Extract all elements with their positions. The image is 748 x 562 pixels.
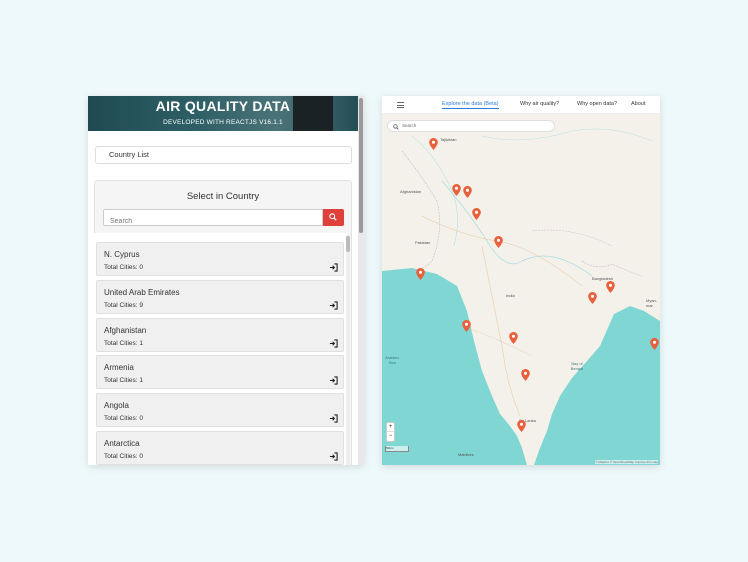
location-marker-icon[interactable] [650, 338, 659, 350]
nav-about[interactable]: About [631, 101, 645, 107]
country-name: Antarctica [104, 439, 140, 448]
map-label-afghanistan: Afghanistan [400, 189, 422, 194]
country-name: United Arab Emirates [104, 288, 180, 297]
sign-in-icon[interactable] [329, 339, 338, 348]
map-label-myanmar: Myan-mar [646, 298, 658, 308]
country-item[interactable]: Antarctica Total Cities: 0 [96, 431, 344, 465]
country-city-count: Total Cities: 9 [104, 302, 144, 309]
map-search-input[interactable]: Search [387, 120, 555, 132]
country-city-count: Total Cities: 1 [104, 340, 144, 347]
list-scrollbar-track[interactable] [346, 235, 350, 465]
select-country-title: Select in Country [186, 191, 260, 202]
sign-in-icon[interactable] [329, 452, 338, 461]
map-label-arabian-sea: Arabian Sea [385, 355, 399, 365]
sign-in-icon[interactable] [329, 376, 338, 385]
location-marker-icon[interactable] [588, 292, 597, 304]
zoom-in-button[interactable]: + [387, 423, 394, 432]
location-marker-icon[interactable] [521, 369, 530, 381]
app-title: AIR QUALITY DATA [155, 98, 291, 114]
location-marker-icon[interactable] [463, 186, 472, 198]
map-label-india: India [506, 293, 515, 298]
app-subtitle: DEVELOPED WITH REACTJS V16.1.1 [163, 119, 283, 126]
country-city-count: Total Cities: 1 [104, 377, 144, 384]
sign-in-icon[interactable] [329, 301, 338, 310]
map-navbar: Explore the data (Beta) Why air quality?… [382, 96, 660, 114]
panel-scrollbar-thumb[interactable] [359, 98, 363, 233]
map-label-maldives: Maldives [458, 452, 474, 457]
nav-why-open-data[interactable]: Why open data? [577, 101, 617, 107]
country-item[interactable]: United Arab Emirates Total Cities: 9 [96, 280, 344, 314]
country-item[interactable]: Angola Total Cities: 0 [96, 393, 344, 427]
location-marker-icon[interactable] [416, 268, 425, 280]
country-name: Afghanistan [104, 326, 147, 335]
zoom-control: + − [386, 422, 395, 442]
map-search-placeholder: Search [402, 123, 417, 128]
app-banner: AIR QUALITY DATA DEVELOPED WITH REACTJS … [88, 96, 358, 131]
map-attribution[interactable]: © Mapbox © OpenStreetMap Improve this ma… [595, 460, 658, 464]
location-marker-icon[interactable] [517, 420, 526, 432]
country-city-count: Total Cities: 0 [104, 453, 144, 460]
sign-in-icon[interactable] [329, 414, 338, 423]
search-button[interactable] [323, 209, 344, 226]
location-marker-icon[interactable] [472, 208, 481, 220]
location-marker-icon[interactable] [462, 320, 471, 332]
nav-why-air-quality[interactable]: Why air quality? [520, 101, 559, 107]
country-panel: AIR QUALITY DATA DEVELOPED WITH REACTJS … [88, 96, 364, 465]
location-marker-icon[interactable] [429, 138, 438, 150]
list-scrollbar-thumb[interactable] [346, 236, 350, 252]
zoom-out-button[interactable]: − [387, 432, 394, 441]
location-marker-icon[interactable] [509, 332, 518, 344]
country-item[interactable]: N. Cyprus Total Cities: 0 [96, 242, 344, 276]
country-city-count: Total Cities: 0 [104, 415, 144, 422]
menu-icon[interactable] [397, 102, 404, 108]
country-name: Armenia [104, 363, 134, 372]
map-label-tajikistan: Tajikistan [440, 137, 457, 142]
location-marker-icon[interactable] [494, 236, 503, 248]
country-search-wrapper [103, 209, 323, 229]
nav-explore-data[interactable]: Explore the data (Beta) [442, 101, 499, 109]
search-icon [393, 124, 399, 130]
map-label-pakistan: Pakistan [415, 240, 431, 245]
country-name: N. Cyprus [104, 250, 140, 259]
map-canvas[interactable] [382, 96, 660, 465]
country-item[interactable]: Armenia Total Cities: 1 [96, 355, 344, 389]
country-item[interactable]: Afghanistan Total Cities: 1 [96, 318, 344, 352]
location-marker-icon[interactable] [452, 184, 461, 196]
map-label-bay-of-bengal: Bay of Bengal [570, 361, 584, 371]
map-scale-bar: 50km [385, 446, 409, 452]
country-city-count: Total Cities: 0 [104, 264, 144, 271]
country-list-button[interactable]: Country List [95, 146, 352, 164]
country-search-input[interactable] [104, 214, 322, 229]
sign-in-icon[interactable] [329, 263, 338, 272]
country-name: Angola [104, 401, 129, 410]
search-icon [329, 213, 337, 221]
location-marker-icon[interactable] [606, 281, 615, 293]
map-panel: Explore the data (Beta) Why air quality?… [382, 96, 660, 465]
